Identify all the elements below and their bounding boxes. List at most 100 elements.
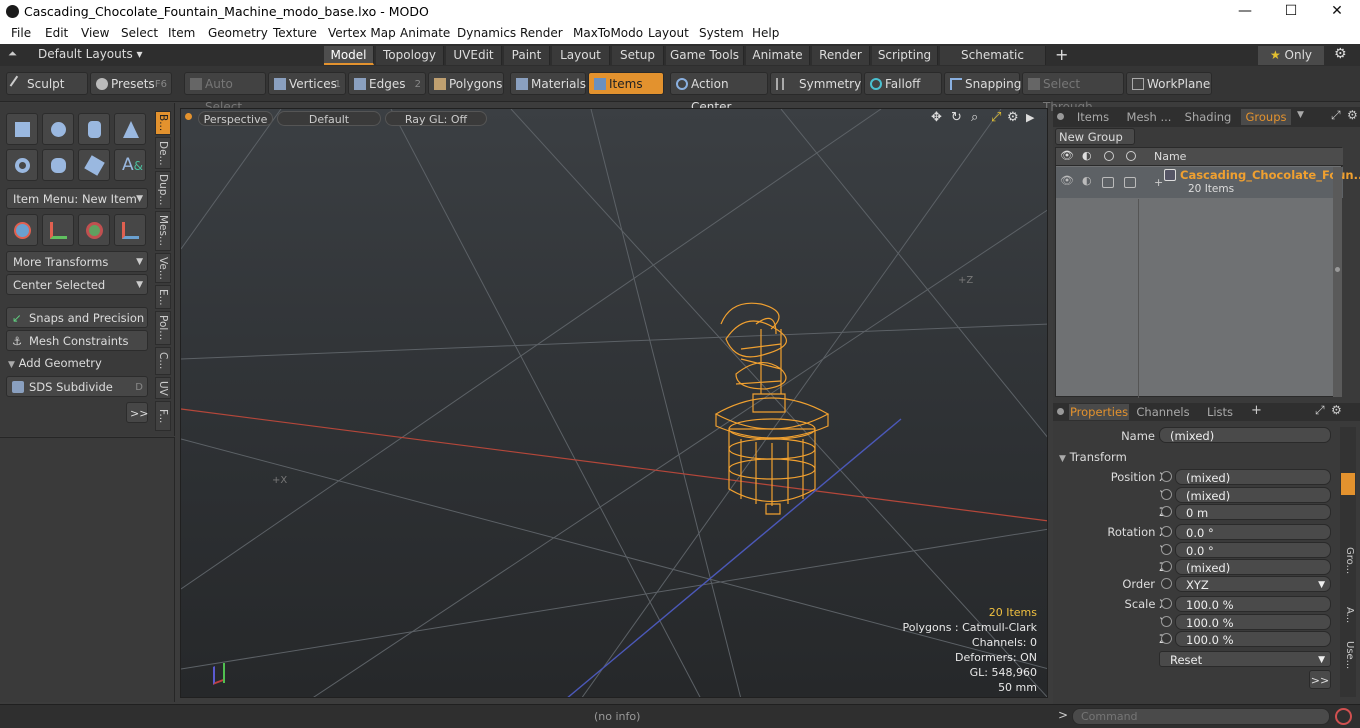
position-z-field[interactable]: 0 m [1175, 504, 1331, 520]
side-tab-groups[interactable]: Gro... [1341, 547, 1355, 597]
rotation-y-anim-dot[interactable] [1161, 544, 1172, 555]
side-tab-active[interactable] [1341, 473, 1355, 495]
rotation-x-field[interactable]: 0.0 ° [1175, 524, 1331, 540]
cone-icon[interactable] [114, 113, 146, 145]
tab-setup[interactable]: Setup [612, 46, 664, 65]
order-anim-dot[interactable] [1161, 578, 1172, 589]
tab-channels[interactable]: Channels [1133, 404, 1193, 420]
menu-system[interactable]: System [699, 26, 744, 40]
transform-section-header[interactable]: ▼ Transform [1059, 450, 1127, 464]
sphere-icon[interactable] [42, 113, 74, 145]
add-properties-tab-button[interactable]: + [1251, 403, 1262, 418]
scale-x-anim-dot[interactable] [1161, 598, 1172, 609]
minimize-button[interactable]: — [1222, 0, 1268, 23]
menu-animate[interactable]: Animate [400, 26, 450, 40]
scale-y-field[interactable]: 100.0 % [1175, 614, 1331, 630]
scale-z-field[interactable]: 100.0 % [1175, 631, 1331, 647]
row-eye-icon[interactable]: 👁 [1060, 174, 1074, 187]
position-y-anim-dot[interactable] [1161, 489, 1172, 500]
polygons-button[interactable]: Polygons [428, 72, 504, 95]
symmetry-button[interactable]: Symmetry [770, 72, 862, 95]
rotate-view-icon[interactable]: ↻ [951, 110, 962, 125]
menu-geometry[interactable]: Geometry [208, 26, 268, 40]
transform-tool-icon[interactable] [42, 214, 74, 246]
tab-paint[interactable]: Paint [504, 46, 550, 65]
tab-game-tools[interactable]: Game Tools [666, 46, 744, 65]
new-group-button[interactable]: New Group [1055, 128, 1135, 145]
rotation-x-anim-dot[interactable] [1161, 526, 1172, 537]
tab-topology[interactable]: Topology [376, 46, 444, 65]
properties-gear-icon[interactable]: ⚙ [1331, 403, 1342, 417]
mesh-constraints-button[interactable]: ⚓ Mesh Constraints [6, 330, 148, 351]
groups-scrollbar[interactable] [1333, 167, 1342, 397]
row-render-icon[interactable]: ◐ [1082, 174, 1092, 187]
pan-icon[interactable]: ✥ [931, 110, 942, 125]
menu-select[interactable]: Select [121, 26, 158, 40]
menu-edit[interactable]: Edit [45, 26, 68, 40]
tab-properties[interactable]: Properties [1069, 404, 1129, 420]
torus-icon[interactable] [6, 149, 38, 181]
select-through-button[interactable]: Select Through [1022, 72, 1124, 114]
menu-help[interactable]: Help [752, 26, 779, 40]
properties-options-icon[interactable] [1057, 408, 1064, 415]
capsule-icon[interactable] [42, 149, 74, 181]
scale-z-anim-dot[interactable] [1161, 633, 1172, 644]
sculpt-button[interactable]: Sculpt [6, 72, 88, 95]
auto-select-button[interactable]: Auto Select [184, 72, 266, 114]
scale-tool-icon[interactable] [114, 214, 146, 246]
shading-style-dropdown[interactable]: Default [277, 111, 381, 126]
vertices-button[interactable]: Vertices 1 [268, 72, 346, 95]
maximize-panel-icon[interactable]: ⤢ [1331, 108, 1341, 123]
expand-properties-button[interactable]: >> [1309, 670, 1331, 689]
vtab-uv[interactable]: UV [155, 377, 171, 399]
scroll-thumb[interactable] [1335, 267, 1340, 272]
3d-viewport[interactable]: Perspective Default Ray GL: Off ✥ ↻ ⌕ ⤢ … [180, 108, 1048, 698]
tab-render[interactable]: Render [812, 46, 870, 65]
rotation-z-field[interactable]: (mixed) [1175, 559, 1331, 575]
add-geometry-header[interactable]: ▼ Add Geometry [8, 356, 102, 370]
zoom-icon[interactable]: ⌕ [971, 110, 978, 125]
layout-arrow-icon[interactable]: ⏶ [8, 47, 17, 61]
menu-vertex-map[interactable]: Vertex Map [328, 26, 396, 40]
fit-view-icon[interactable]: ⤢ [991, 110, 1001, 125]
tab-model[interactable]: Model [324, 46, 374, 65]
row-lock-checkbox[interactable] [1102, 177, 1114, 188]
position-x-anim-dot[interactable] [1161, 471, 1172, 482]
position-x-field[interactable]: (mixed) [1175, 469, 1331, 485]
render-icon[interactable]: ◐ [1082, 149, 1092, 162]
text-tool-icon[interactable]: A& [114, 149, 146, 181]
close-button[interactable]: ✕ [1314, 0, 1360, 23]
raygl-toggle[interactable]: Ray GL: Off [385, 111, 487, 126]
move-tool-icon[interactable] [6, 214, 38, 246]
vtab-deform[interactable]: De... [155, 137, 171, 169]
snaps-precision-button[interactable]: ↙ Snaps and Precision [6, 307, 148, 328]
vtab-fusion[interactable]: F... [155, 401, 171, 431]
pen-tool-icon[interactable] [78, 149, 110, 181]
side-tab-user[interactable]: Use... [1341, 641, 1355, 681]
side-tab-assembly[interactable]: A... [1341, 607, 1355, 637]
default-layouts-dropdown[interactable]: Default Layouts ▾ [38, 47, 143, 61]
menu-maxtomodo[interactable]: MaxToModo [573, 26, 643, 40]
order-dropdown[interactable]: XYZ ▼ [1175, 576, 1331, 592]
name-field[interactable]: (mixed) [1159, 427, 1331, 443]
group-row[interactable]: 👁 ◐ + Cascading_Chocolate_Foun... 20 Ite… [1056, 167, 1360, 198]
visibility-eye-icon[interactable]: 👁 [1060, 149, 1074, 162]
vtab-edge[interactable]: E... [155, 285, 171, 309]
tab-layout[interactable]: Layout [552, 46, 610, 65]
panel-gear-icon[interactable]: ⚙ [1347, 108, 1358, 122]
cube-icon[interactable] [6, 113, 38, 145]
vtab-duplicate[interactable]: Dup... [155, 171, 171, 209]
menu-item[interactable]: Item [168, 26, 195, 40]
only-toggle[interactable]: ★ Only [1258, 46, 1324, 65]
select-icon[interactable] [1126, 151, 1136, 161]
tab-schematic-fusion[interactable]: Schematic Fusion [940, 46, 1046, 81]
center-selected-dropdown[interactable]: Center Selected ▼ [6, 274, 148, 295]
more-transforms-dropdown[interactable]: More Transforms ▼ [6, 251, 148, 272]
tab-lists[interactable]: Lists [1195, 404, 1245, 420]
cylinder-icon[interactable] [78, 113, 110, 145]
vtab-basic[interactable]: B... [155, 111, 171, 135]
action-center-button[interactable]: Action Center [670, 72, 768, 114]
menu-texture[interactable]: Texture [273, 26, 317, 40]
edges-button[interactable]: Edges 2 [348, 72, 426, 95]
viewport-settings-icon[interactable]: ⚙ [1007, 110, 1019, 125]
